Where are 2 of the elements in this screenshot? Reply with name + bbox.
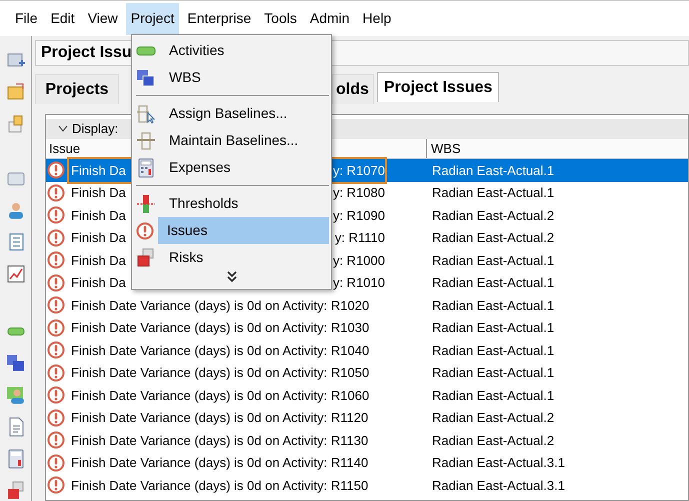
display-label: Display:: [72, 120, 118, 138]
panel-title: Project Issu: [41, 43, 132, 63]
